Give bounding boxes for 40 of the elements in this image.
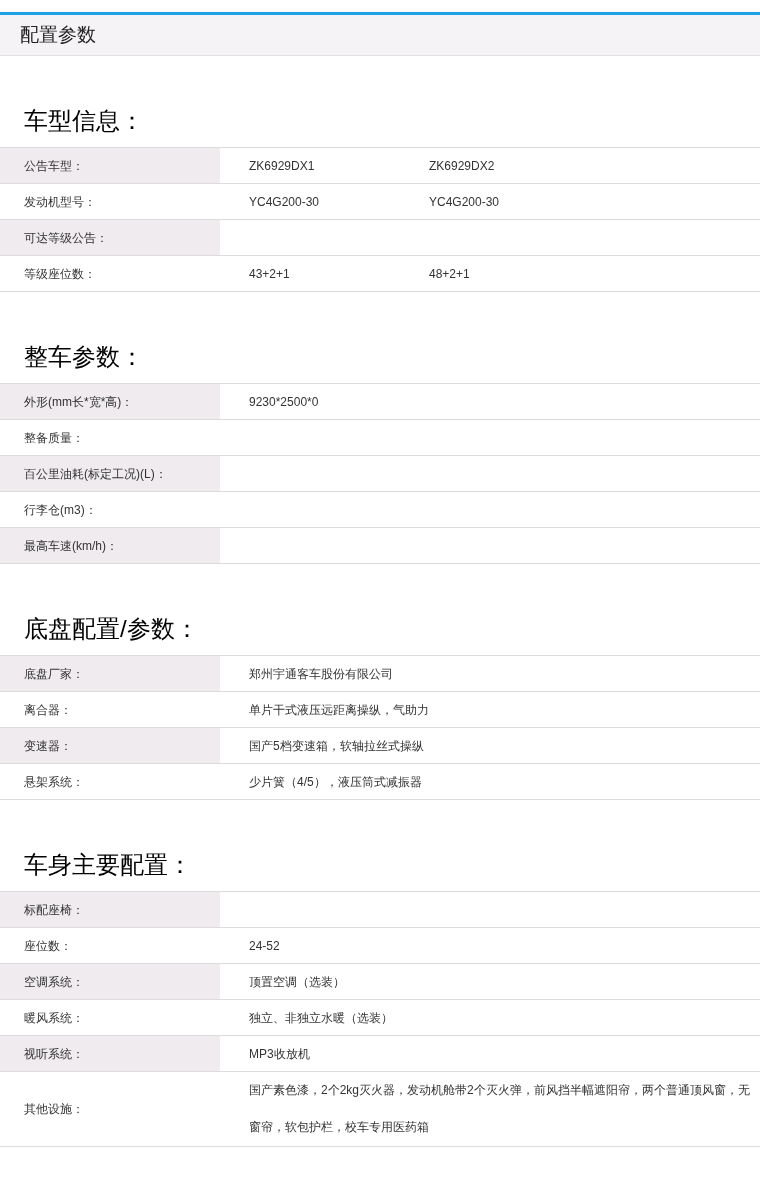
row-label: 最高车速(km/h)：: [24, 537, 118, 555]
row-label: 公告车型：: [24, 157, 84, 175]
value-text: 单片干式液压远距离操纵，气助力: [249, 701, 429, 719]
value-text: YC4G200-30: [249, 193, 321, 211]
value-text: 国产5档变速箱，软轴拉丝式操纵: [249, 737, 425, 755]
row-label: 标配座椅：: [24, 901, 84, 919]
value-text: 独立、非独立水暖（选装）: [249, 1009, 394, 1027]
row-label: 等级座位数：: [24, 265, 96, 283]
value-text: 少片簧（4/5），液压筒式减振器: [249, 773, 423, 791]
value-text: 国产素色漆，2个2kg灭火器，发动机舱带2个灭火弹，前风挡半幅遮阳帘，两个普通顶风窗，无窗帘，软包护栏，校车专用医药箱: [249, 1082, 751, 1136]
value-text: 郑州宇通客车股份有限公司: [249, 665, 394, 683]
value-text: 48+2+1: [429, 265, 471, 283]
section-title: 底盘配置/参数：: [24, 614, 199, 644]
row-label: 其他设施：: [24, 1101, 84, 1118]
value-text: ZK6929DX1: [249, 157, 316, 175]
section-title: 车型信息：: [24, 106, 144, 136]
row-label: 可达等级公告：: [24, 229, 108, 247]
row-label: 离合器：: [24, 701, 72, 719]
value-text: 9230*2500*0: [249, 393, 320, 411]
row-label: 暖风系统：: [24, 1009, 84, 1027]
row-label: 底盘厂家：: [24, 665, 84, 683]
value-text: MP3收放机: [249, 1045, 311, 1063]
row-label: 百公里油耗(标定工况)(L)：: [24, 465, 167, 483]
row-label: 座位数：: [24, 937, 72, 955]
row-label: 悬架系统：: [24, 773, 84, 791]
row-label: 空调系统：: [24, 973, 84, 991]
row-label: 视听系统：: [24, 1045, 84, 1063]
row-label: 行李仓(m3)：: [24, 501, 97, 519]
value-text: 43+2+1: [249, 265, 291, 283]
row-label: 整备质量：: [24, 429, 84, 447]
row-label: 发动机型号：: [24, 193, 96, 211]
value-text: 顶置空调（选装）: [249, 973, 346, 991]
row-label: 外形(mm长*宽*高)：: [24, 393, 134, 411]
value-text: 24-52: [249, 937, 281, 955]
page-title: 配置参数: [20, 22, 96, 47]
value-text: ZK6929DX2: [429, 157, 496, 175]
value-text: YC4G200-30: [429, 193, 501, 211]
row-label: 变速器：: [24, 737, 72, 755]
section-title: 车身主要配置：: [24, 850, 192, 880]
section-title: 整车参数：: [24, 342, 144, 372]
